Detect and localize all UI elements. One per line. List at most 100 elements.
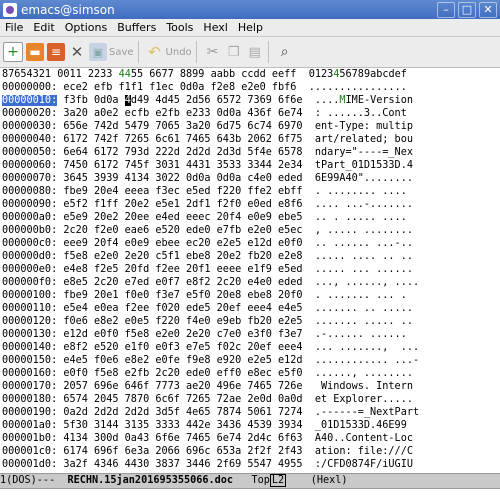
header-ascii-c: 56789abcdef bbox=[339, 69, 407, 80]
row-hex: e5f2 f1ff 20e2 e5e1 2df1 f2f0 e0ed e8f6 bbox=[63, 199, 303, 210]
hexl-row[interactable]: 000000e0: e4e8 f2e5 20fd f2ee 20f1 eeee … bbox=[2, 263, 413, 276]
row-hex: 6174 696f 6e3a 2066 696c 653a 2f2f 2f43 bbox=[63, 446, 303, 457]
row-ascii: 6E99A40"........ bbox=[314, 173, 413, 184]
row-address: 000000b0: bbox=[2, 225, 58, 236]
close-window-button[interactable]: ✕ bbox=[479, 1, 497, 18]
row-ascii: _01D1533D.46E99 bbox=[314, 420, 407, 431]
row-hex: e8f2 e520 e1f0 e0f3 e7e5 f02c 20ef eee4 bbox=[63, 342, 303, 353]
row-hex: 2057 696e 646f 7773 ae20 496e 7465 726e bbox=[63, 381, 303, 392]
paste-button[interactable]: ▤ bbox=[246, 39, 264, 65]
hexl-row[interactable]: 00000160: e0f0 f5e8 e2fb 2c20 ede0 eff0 … bbox=[2, 367, 413, 380]
cut-icon: ✂ bbox=[206, 44, 219, 60]
maximize-button[interactable]: □ bbox=[458, 1, 476, 18]
row-ascii: A40..Content-Loc bbox=[314, 433, 413, 444]
hexl-row[interactable]: 000000a0: e5e9 20e2 20ee e4ed eeec 20f4 … bbox=[2, 211, 407, 224]
hexl-row[interactable]: 00000110: e5e4 e0ea f2ee f020 ede5 20ef … bbox=[2, 302, 413, 315]
row-hex: 3645 3939 4134 3022 0d0a 0d0a c4e0 eded bbox=[63, 173, 303, 184]
emacs-app-icon bbox=[3, 2, 17, 17]
copy-button[interactable]: ❐ bbox=[225, 39, 243, 65]
window-title: emacs@simson bbox=[21, 2, 115, 17]
row-hex: e0f0 f5e8 e2fb 2c20 ede0 eff0 e8ec e5f0 bbox=[63, 368, 303, 379]
row-hex: e4e8 f2e5 20fd f2ee 20f1 eeee e1f9 e5ed bbox=[63, 264, 303, 275]
hexl-row[interactable]: 00000170: 2057 696e 646f 7773 ae20 496e … bbox=[2, 380, 413, 393]
hexl-row[interactable]: 00000180: 6574 2045 7870 6c6f 7265 72ae … bbox=[2, 393, 413, 406]
hexl-row[interactable]: 00000000: ece2 efb f1f1 f1ec 0d0a f2e8 e… bbox=[2, 81, 407, 94]
hexl-row[interactable]: 00000040: 6172 742f 7265 6c61 7465 643b … bbox=[2, 133, 413, 146]
menu-options[interactable]: Options bbox=[60, 21, 112, 34]
hexl-row[interactable]: 00000020: 3a20 a0e2 ecfb e2fb e233 0d0a … bbox=[2, 107, 407, 120]
hexl-row[interactable]: 00000190: 0a2d 2d2d 2d2d 3d5f 4e65 7874 … bbox=[2, 406, 419, 419]
row-ascii: ..... .... .. .. bbox=[314, 251, 413, 262]
row-hex: 2c20 f2e0 eae6 e520 ede0 e7fb e2e0 e5ec bbox=[63, 225, 303, 236]
hexl-row[interactable]: 00000070: 3645 3939 4134 3022 0d0a 0d0a … bbox=[2, 172, 413, 185]
toolbar-separator bbox=[195, 41, 197, 63]
new-file-button[interactable]: + bbox=[3, 39, 23, 65]
row-address: 000000f0: bbox=[2, 277, 58, 288]
row-ascii: et Explorer..... bbox=[314, 394, 413, 405]
row-ascii: ......, ........ bbox=[314, 368, 413, 379]
hexl-row[interactable]: 000001c0: 6174 696f 6e3a 2066 696c 653a … bbox=[2, 445, 413, 458]
row-hex: 0a2d 2d2d 2d2d 3d5f 4e65 7874 5061 7274 bbox=[63, 407, 303, 418]
row-hex: 7450 6172 745f 3031 4431 3533 3344 2e34 bbox=[63, 160, 303, 171]
row-ascii: ............ ...- bbox=[314, 355, 420, 366]
hexl-row[interactable]: 00000120: f0e6 e8e2 e0e5 f220 f4e0 e9eb … bbox=[2, 315, 413, 328]
hexl-row[interactable]: 000000c0: eee9 20f4 e0e9 ebee ec20 e2e5 … bbox=[2, 237, 413, 250]
hexl-buffer[interactable]: 87654321 0011 2233 4455 6677 8899 aabb c… bbox=[0, 68, 500, 473]
hexl-row[interactable]: 00000130: e12d e0f0 f5e8 e2e0 2e20 c7e0 … bbox=[2, 328, 407, 341]
menu-edit[interactable]: Edit bbox=[28, 21, 59, 34]
kill-buffer-button[interactable]: ✕ bbox=[68, 39, 86, 65]
hexl-row[interactable]: 00000060: 7450 6172 745f 3031 4431 3533 … bbox=[2, 159, 413, 172]
hexl-row[interactable]: 000000d0: f5e8 e2e0 2e20 c5f1 ebe8 20e2 … bbox=[2, 250, 413, 263]
search-button[interactable]: ⌕ bbox=[276, 39, 294, 65]
hexl-row[interactable]: 00000100: fbe9 20e1 f0e0 f3e7 e5f0 20e8 … bbox=[2, 289, 407, 302]
row-hex-before-cursor: f3fb 0d0a bbox=[63, 95, 125, 106]
hexl-row[interactable]: 000001a0: 5f30 3144 3135 3333 442e 3436 … bbox=[2, 419, 407, 432]
row-address: 00000000: bbox=[2, 82, 58, 93]
tool-bar: + ▬ ≡ ✕ ▣ Save ↶ Undo ✂ ❐ ▤ ⌕ bbox=[0, 37, 500, 68]
mode-line[interactable]: 1(DOS)--- RECHN.15jan201695355066.doc To… bbox=[0, 473, 500, 489]
row-address: 000001a0: bbox=[2, 420, 58, 431]
row-hex: 6172 742f 7265 6c61 7465 643b 2062 6f75 bbox=[63, 134, 303, 145]
header-hex-highlight: 44 bbox=[118, 69, 131, 80]
title-bar: emacs@simson – □ ✕ bbox=[0, 0, 500, 19]
row-address: 00000050: bbox=[2, 147, 58, 158]
hexl-row[interactable]: 00000140: e8f2 e520 e1f0 e0f3 e7e5 f02c … bbox=[2, 341, 419, 354]
minibuffer[interactable] bbox=[0, 489, 500, 502]
row-address: 00000140: bbox=[2, 342, 58, 353]
hexl-row[interactable]: 00000150: e4e5 f0e6 e8e2 e0fe f9e8 e920 … bbox=[2, 354, 419, 367]
row-ascii: .-...... ...... bbox=[314, 329, 407, 340]
undo-button[interactable]: ↶ Undo bbox=[146, 39, 192, 65]
row-ascii: , ..... ........ bbox=[314, 225, 413, 236]
hexl-row[interactable]: 00000090: e5f2 f1ff 20e2 e5e1 2df1 f2f0 … bbox=[2, 198, 413, 211]
hexl-row-current[interactable]: 00000010: f3fb 0d0a 4d49 4d45 2d56 6572 … bbox=[2, 94, 413, 107]
hexl-row[interactable]: 000000f0: e8e5 2c20 e7ed e0f7 e8f2 2c20 … bbox=[2, 276, 419, 289]
menu-help[interactable]: Help bbox=[233, 21, 268, 34]
row-address: 00000120: bbox=[2, 316, 58, 327]
menu-file[interactable]: File bbox=[0, 21, 28, 34]
row-address: 00000170: bbox=[2, 381, 58, 392]
save-button[interactable]: ▣ Save bbox=[89, 39, 134, 65]
menu-tools[interactable]: Tools bbox=[161, 21, 198, 34]
dired-button[interactable]: ≡ bbox=[47, 39, 65, 65]
hexl-row[interactable]: 000001d0: 3a2f 4346 4430 3837 3446 2f69 … bbox=[2, 458, 413, 471]
row-address: 00000080: bbox=[2, 186, 58, 197]
minimize-button[interactable]: – bbox=[437, 1, 455, 18]
buffer-name[interactable]: RECHN.15jan201695355066.doc bbox=[67, 475, 233, 486]
save-icon: ▣ bbox=[89, 43, 107, 61]
menu-buffers[interactable]: Buffers bbox=[112, 21, 161, 34]
hexl-row[interactable]: 00000080: fbe9 20e4 eeea f3ec e5ed f220 … bbox=[2, 185, 407, 198]
cut-button[interactable]: ✂ bbox=[204, 39, 222, 65]
open-folder-button[interactable]: ▬ bbox=[26, 39, 44, 65]
hexl-row[interactable]: 000001b0: 4134 300d 0a43 6f6e 7465 6e74 … bbox=[2, 432, 413, 445]
hexl-row[interactable]: 00000050: 6e64 6172 793d 222d 2d2d 2d3d … bbox=[2, 146, 413, 159]
undo-label: Undo bbox=[165, 46, 192, 58]
hexl-row[interactable]: 000000b0: 2c20 f2e0 eae6 e520 ede0 e7fb … bbox=[2, 224, 413, 237]
row-hex: 3a2f 4346 4430 3837 3446 2f69 5547 4955 bbox=[63, 459, 303, 470]
major-mode[interactable]: (Hexl) bbox=[286, 475, 348, 486]
paste-icon: ▤ bbox=[248, 44, 261, 60]
row-ascii: .------=_NextPart bbox=[314, 407, 420, 418]
hexl-column-header: 87654321 0011 2233 4455 6677 8899 aabb c… bbox=[2, 68, 407, 81]
menu-hexl[interactable]: Hexl bbox=[198, 21, 232, 34]
hexl-row[interactable]: 00000030: 656e 742d 5479 7065 3a20 6d75 … bbox=[2, 120, 413, 133]
row-hex: 656e 742d 5479 7065 3a20 6d75 6c74 6970 bbox=[63, 121, 303, 132]
